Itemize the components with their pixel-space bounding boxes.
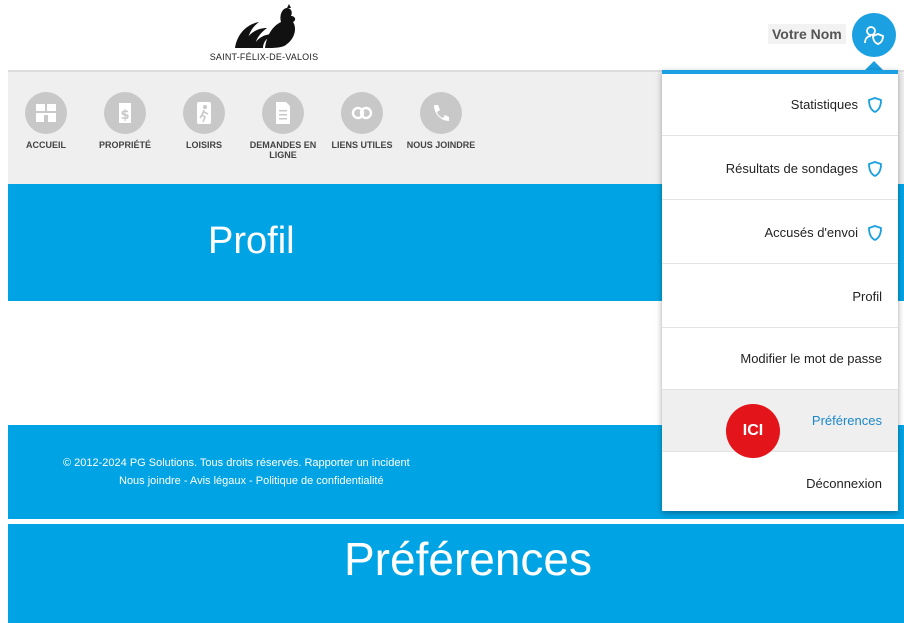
nav-item-propriete[interactable]: $ PROPRIÉTÉ: [85, 92, 165, 150]
menu-item-resultats-sondages[interactable]: Résultats de sondages: [662, 138, 898, 200]
menu-item-modifier-mot-de-passe[interactable]: Modifier le mot de passe: [662, 328, 898, 390]
nav-item-accueil[interactable]: ACCUEIL: [6, 92, 86, 150]
nav-label: NOUS JOINDRE: [406, 140, 476, 150]
leisure-icon: [183, 92, 225, 134]
user-menu-button[interactable]: [852, 13, 896, 57]
menu-item-label: Préférences: [811, 413, 882, 428]
nav-item-demandes-en-ligne[interactable]: DEMANDES EN LIGNE: [243, 92, 323, 160]
nav-item-loisirs[interactable]: LOISIRS: [164, 92, 244, 150]
nav-label: ACCUEIL: [26, 140, 66, 150]
phone-icon: [420, 92, 462, 134]
menu-item-accuses-envoi[interactable]: Accusés d'envoi: [662, 202, 898, 264]
link-icon: [341, 92, 383, 134]
menu-item-label: Accusés d'envoi: [764, 225, 858, 240]
menu-item-profil[interactable]: Profil: [662, 266, 898, 328]
nav-item-liens-utiles[interactable]: LIENS UTILES: [322, 92, 402, 150]
nav-label: LOISIRS: [185, 140, 222, 150]
menu-item-statistiques[interactable]: Statistiques: [662, 74, 898, 136]
document-icon: [262, 92, 304, 134]
footer-copyright[interactable]: © 2012-2024 PG Solutions. Tous droits ré…: [63, 457, 410, 469]
menu-item-preferences[interactable]: Préférences: [662, 390, 898, 452]
svg-text:$: $: [120, 108, 129, 123]
menu-item-label: Modifier le mot de passe: [740, 351, 882, 366]
user-dropdown-menu: Statistiques Résultats de sondages Accus…: [662, 70, 898, 511]
menu-item-label: Profil: [852, 289, 882, 304]
logo-text: SAINT-FÉLIX-DE-VALOIS: [209, 52, 319, 62]
page: SAINT-FÉLIX-DE-VALOIS Votre Nom ACCUEIL …: [0, 0, 904, 623]
menu-item-label: Résultats de sondages: [725, 161, 858, 176]
preferences-banner: Préférences: [8, 524, 904, 623]
menu-item-label: Statistiques: [790, 97, 858, 112]
menu-item-deconnexion[interactable]: Déconnexion: [662, 452, 898, 514]
nav-label: PROPRIÉTÉ: [98, 140, 151, 150]
shield-icon: [868, 96, 882, 113]
footer-links[interactable]: Nous joindre - Avis légaux - Politique d…: [119, 475, 384, 487]
nav-label: LIENS UTILES: [331, 140, 393, 150]
municipality-logo[interactable]: SAINT-FÉLIX-DE-VALOIS: [204, 4, 324, 64]
shield-icon: [868, 160, 882, 177]
nav-item-nous-joindre[interactable]: NOUS JOINDRE: [401, 92, 481, 150]
user-shield-icon: [864, 26, 884, 45]
user-name[interactable]: Votre Nom: [768, 24, 846, 44]
rooster-logo-icon: [235, 4, 296, 48]
header: SAINT-FÉLIX-DE-VALOIS Votre Nom: [8, 0, 904, 70]
ici-badge: ICI: [726, 404, 780, 458]
preferences-title: Préférences: [344, 533, 593, 585]
menu-item-label: Déconnexion: [806, 475, 882, 491]
shield-icon: [868, 224, 882, 241]
nav-label: DEMANDES EN LIGNE: [249, 140, 317, 160]
page-title: Profil: [208, 220, 295, 262]
home-icon: [25, 92, 67, 134]
dollar-tag-icon: $: [104, 92, 146, 134]
